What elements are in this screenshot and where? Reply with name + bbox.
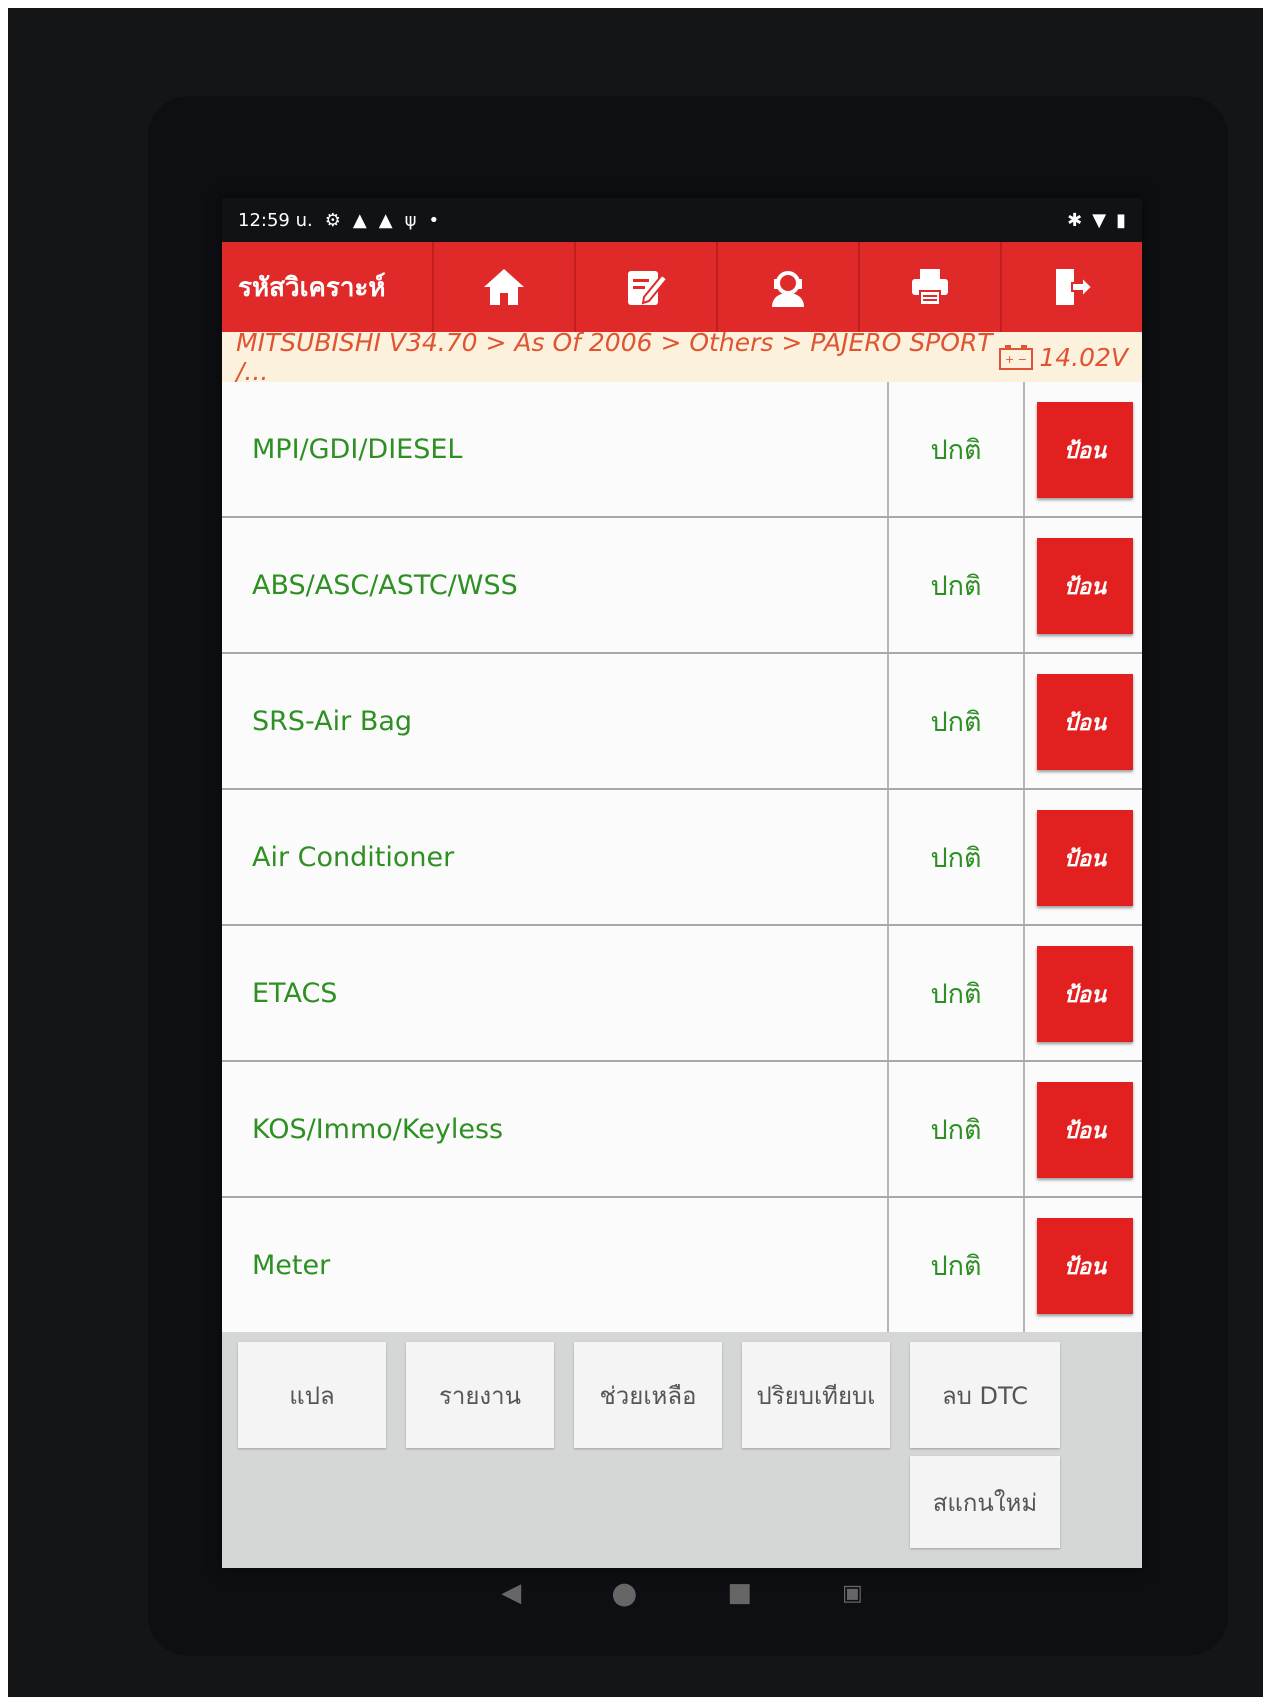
breadcrumb: MITSUBISHI V34.70 > As Of 2006 > Others … bbox=[222, 328, 1142, 386]
battery-status-icon: ▮ bbox=[1116, 210, 1126, 231]
list-item: ETACS ปกติ ป้อน bbox=[222, 926, 1142, 1062]
system-status: ปกติ bbox=[887, 790, 1025, 924]
battery-icon: + − bbox=[999, 345, 1034, 370]
breadcrumb-path: MITSUBISHI V34.70 > As Of 2006 > Others … bbox=[236, 328, 993, 386]
svg-text:+ −: + − bbox=[1005, 353, 1027, 366]
status-bar: 12:59 u. ⚙ ▲ ▲ ψ • ✱ ▼ ▮ bbox=[222, 198, 1142, 242]
exit-button[interactable] bbox=[1000, 242, 1142, 332]
voltage-value: 14.02V bbox=[1039, 342, 1128, 372]
system-status: ปกติ bbox=[887, 1062, 1025, 1196]
list-item: SRS-Air Bag ปกติ ป้อน bbox=[222, 654, 1142, 790]
support-button[interactable] bbox=[716, 242, 858, 332]
printer-icon bbox=[912, 269, 948, 306]
system-status: ปกติ bbox=[887, 382, 1025, 516]
bluetooth-icon: ✱ bbox=[1067, 210, 1083, 231]
system-name: MPI/GDI/DIESEL bbox=[252, 433, 463, 465]
system-name: KOS/Immo/Keyless bbox=[252, 1113, 504, 1145]
usb-icon: ψ bbox=[404, 210, 417, 231]
edit-icon bbox=[628, 271, 669, 305]
enter-button[interactable]: ป้อน bbox=[1037, 1082, 1133, 1178]
warning-icon: ▲ bbox=[352, 210, 367, 231]
exit-icon bbox=[1056, 269, 1094, 305]
system-name: ABS/ASC/ASTC/WSS bbox=[252, 569, 518, 601]
print-button[interactable] bbox=[858, 242, 1000, 332]
list-item: Air Conditioner ปกติ ป้อน bbox=[222, 790, 1142, 926]
voltage-indicator: + − 14.02V bbox=[999, 343, 1128, 372]
headset-icon bbox=[772, 271, 804, 307]
enter-button[interactable]: ป้อน bbox=[1037, 538, 1133, 634]
compare-button[interactable]: ปริยบเทียบเ bbox=[742, 1342, 890, 1448]
status-time: 12:59 u. bbox=[238, 210, 313, 231]
system-name: Air Conditioner bbox=[252, 841, 455, 873]
translate-button[interactable]: แปล bbox=[238, 1342, 386, 1448]
bottom-toolbar: แปล รายงาน ช่วยเหลือ ปริยบเทียบเ ลบ DTC … bbox=[222, 1332, 1142, 1568]
home-icon bbox=[484, 269, 524, 305]
enter-button[interactable]: ป้อน bbox=[1037, 946, 1133, 1042]
screenshot-icon[interactable]: ▣ bbox=[842, 1581, 863, 1606]
report-button[interactable]: รายงาน bbox=[406, 1342, 554, 1448]
warning-icon: ▲ bbox=[378, 210, 393, 231]
list-item: Meter ปกติ ป้อน bbox=[222, 1198, 1142, 1334]
system-status: ปกติ bbox=[887, 654, 1025, 788]
system-name: SRS-Air Bag bbox=[252, 705, 413, 737]
android-nav-bar: ◀ ● ■ ▣ bbox=[222, 1568, 1142, 1618]
home-nav-icon[interactable]: ● bbox=[611, 1576, 637, 1611]
system-list: MPI/GDI/DIESEL ปกติ ป้อน ABS/ASC/ASTC/WS… bbox=[222, 382, 1142, 1334]
home-button[interactable] bbox=[432, 242, 574, 332]
list-item: KOS/Immo/Keyless ปกติ ป้อน bbox=[222, 1062, 1142, 1198]
enter-button[interactable]: ป้อน bbox=[1037, 810, 1133, 906]
enter-button[interactable]: ป้อน bbox=[1037, 402, 1133, 498]
edit-report-button[interactable] bbox=[574, 242, 716, 332]
list-item: ABS/ASC/ASTC/WSS ปกติ ป้อน bbox=[222, 518, 1142, 654]
system-status: ปกติ bbox=[887, 926, 1025, 1060]
system-name: Meter bbox=[252, 1249, 331, 1281]
clear-dtc-button[interactable]: ลบ DTC bbox=[910, 1342, 1060, 1448]
dot-icon: • bbox=[428, 210, 440, 231]
system-status: ปกติ bbox=[887, 518, 1025, 652]
page-title: รหัสวิเคราะห์ bbox=[238, 272, 386, 303]
help-button[interactable]: ช่วยเหลือ bbox=[574, 1342, 722, 1448]
system-status: ปกติ bbox=[887, 1198, 1025, 1332]
tablet-screen: 12:59 u. ⚙ ▲ ▲ ψ • ✱ ▼ ▮ รหัสวิเคราะห์ M… bbox=[222, 198, 1142, 1568]
list-item: MPI/GDI/DIESEL ปกติ ป้อน bbox=[222, 382, 1142, 518]
app-header: รหัสวิเคราะห์ bbox=[222, 242, 1142, 332]
enter-button[interactable]: ป้อน bbox=[1037, 674, 1133, 770]
back-icon[interactable]: ◀ bbox=[501, 1578, 521, 1608]
enter-button[interactable]: ป้อน bbox=[1037, 1218, 1133, 1314]
settings-icon: ⚙ bbox=[324, 210, 341, 231]
recents-icon[interactable]: ■ bbox=[727, 1578, 752, 1608]
system-name: ETACS bbox=[252, 977, 338, 1009]
wifi-icon: ▼ bbox=[1092, 210, 1107, 231]
rescan-button[interactable]: สแกนใหม่ bbox=[910, 1456, 1060, 1548]
